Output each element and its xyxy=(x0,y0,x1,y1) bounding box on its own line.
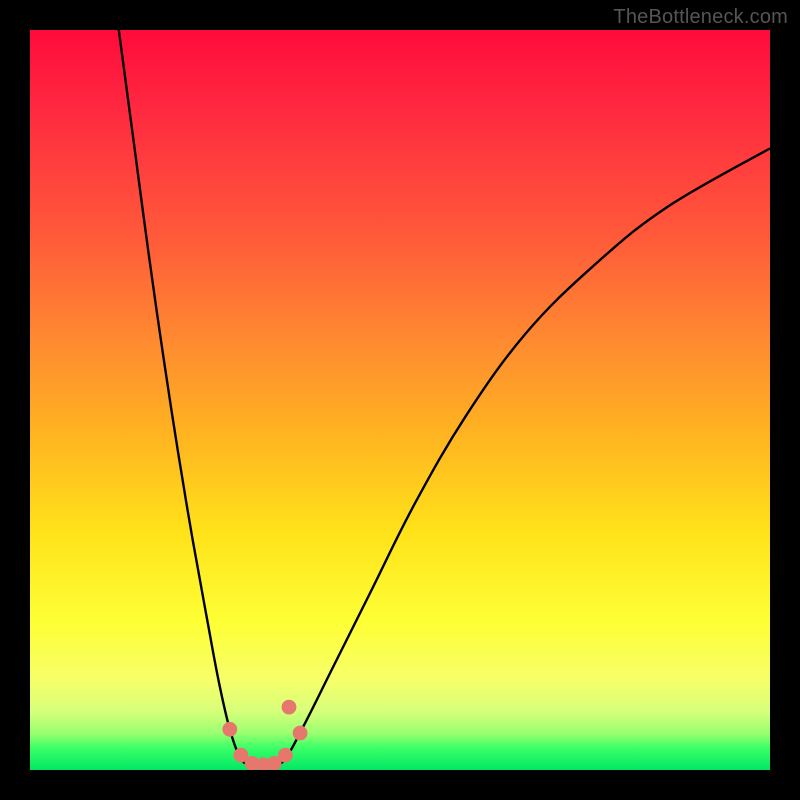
floor-marker xyxy=(245,756,260,770)
plot-area xyxy=(30,30,770,770)
chart-frame: TheBottleneck.com xyxy=(0,0,800,800)
floor-marker xyxy=(234,748,249,763)
floor-marker xyxy=(293,726,308,741)
floor-markers xyxy=(222,700,307,770)
curve-path xyxy=(119,30,770,766)
floor-marker xyxy=(256,757,271,770)
watermark-text: TheBottleneck.com xyxy=(613,6,788,29)
bottleneck-curve xyxy=(30,30,770,770)
floor-marker xyxy=(282,700,297,715)
floor-marker xyxy=(267,756,282,770)
floor-marker xyxy=(278,748,293,763)
floor-marker xyxy=(222,722,237,737)
